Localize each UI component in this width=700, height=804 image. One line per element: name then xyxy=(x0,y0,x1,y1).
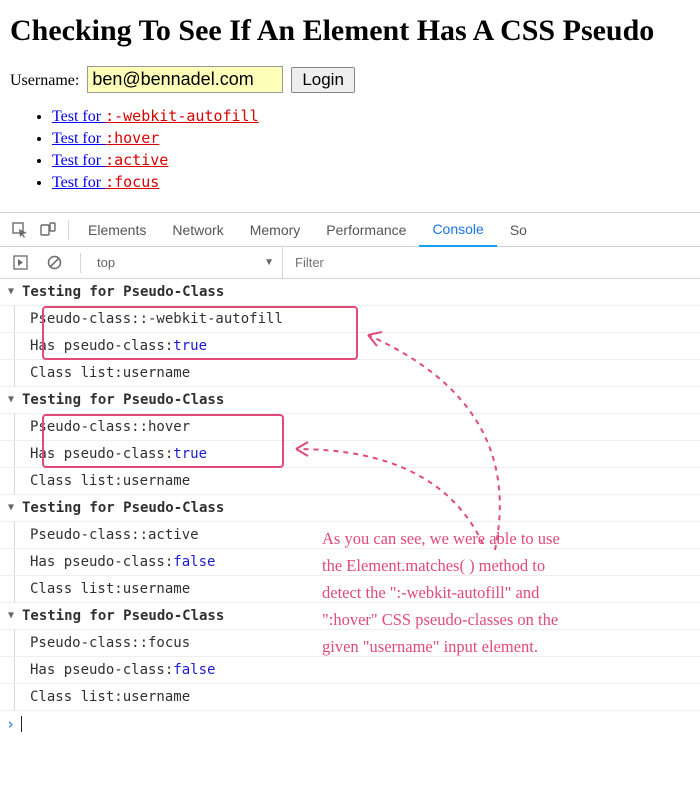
row-value: false xyxy=(173,657,215,683)
console-row: Has pseudo-class: true xyxy=(0,441,700,468)
text-caret xyxy=(21,716,22,732)
context-value: top xyxy=(97,255,115,270)
row-key: Class list: xyxy=(30,468,123,494)
console-filter-input[interactable] xyxy=(289,251,694,274)
disclosure-triangle-icon: ▼ xyxy=(8,387,22,413)
console-group-head[interactable]: ▼Testing for Pseudo-Class xyxy=(0,387,700,414)
row-value: username xyxy=(123,468,190,494)
tab-sources-truncated[interactable]: So xyxy=(497,213,540,247)
row-value: false xyxy=(173,549,215,575)
list-item: Test for :hover xyxy=(52,129,690,148)
row-key: Has pseudo-class: xyxy=(30,441,173,467)
console-row: Class list: username xyxy=(0,684,700,711)
test-link-hover[interactable]: Test for :hover xyxy=(52,130,159,147)
console-group-head[interactable]: ▼Testing for Pseudo-Class xyxy=(0,495,700,522)
console-row: Has pseudo-class: false xyxy=(0,657,700,684)
annotation-line: the Element.matches( ) method to xyxy=(322,552,682,579)
console-group-head[interactable]: ▼Testing for Pseudo-Class xyxy=(0,279,700,306)
row-value: :hover xyxy=(140,414,191,440)
group-title: Testing for Pseudo-Class xyxy=(22,603,224,629)
annotation-line: As you can see, we were able to use xyxy=(322,525,682,552)
devtools-panel: Elements Network Memory Performance Cons… xyxy=(0,212,700,737)
prompt-chevron-icon: › xyxy=(6,711,15,737)
tab-console[interactable]: Console xyxy=(419,213,496,247)
row-key: Has pseudo-class: xyxy=(30,657,173,683)
device-toggle-icon[interactable] xyxy=(34,216,62,244)
console-row: Pseudo-class: :hover xyxy=(0,414,700,441)
row-value: :focus xyxy=(140,630,191,656)
disclosure-triangle-icon: ▼ xyxy=(8,495,22,521)
group-title: Testing for Pseudo-Class xyxy=(22,279,224,305)
console-row: Has pseudo-class: true xyxy=(0,333,700,360)
separator xyxy=(68,220,69,240)
row-value: :active xyxy=(140,522,199,548)
test-link-list: Test for :-webkit-autofill Test for :hov… xyxy=(10,107,690,192)
row-key: Has pseudo-class: xyxy=(30,333,173,359)
devtools-tabbar: Elements Network Memory Performance Cons… xyxy=(0,213,700,247)
context-select[interactable]: top ▼ xyxy=(93,247,283,279)
row-key: Pseudo-class: xyxy=(30,414,140,440)
row-value: username xyxy=(123,360,190,386)
row-key: Class list: xyxy=(30,576,123,602)
annotation-text: As you can see, we were able to use the … xyxy=(322,525,682,660)
row-key: Pseudo-class: xyxy=(30,630,140,656)
console-prompt[interactable]: › xyxy=(0,711,700,737)
console-row: Class list: username xyxy=(0,468,700,495)
pseudo-code: :focus xyxy=(105,173,159,191)
list-item: Test for :-webkit-autofill xyxy=(52,107,690,126)
row-value: true xyxy=(173,333,207,359)
tab-elements[interactable]: Elements xyxy=(75,213,159,247)
tab-memory[interactable]: Memory xyxy=(237,213,314,247)
link-prefix: Test for xyxy=(52,108,105,125)
group-title: Testing for Pseudo-Class xyxy=(22,387,224,413)
annotation-line: detect the ":-webkit-autofill" and xyxy=(322,579,682,606)
toggle-sidebar-icon[interactable] xyxy=(6,249,34,277)
inspect-element-icon[interactable] xyxy=(6,216,34,244)
username-input[interactable] xyxy=(87,66,283,93)
pseudo-code: :hover xyxy=(105,129,159,147)
page-title: Checking To See If An Element Has A CSS … xyxy=(10,14,690,48)
row-value: username xyxy=(123,576,190,602)
link-prefix: Test for xyxy=(52,152,105,169)
test-link-focus[interactable]: Test for :focus xyxy=(52,174,159,191)
link-prefix: Test for xyxy=(52,174,105,191)
pseudo-code: :active xyxy=(105,151,168,169)
row-value: :-webkit-autofill xyxy=(140,306,283,332)
row-value: username xyxy=(123,684,190,710)
clear-console-icon[interactable] xyxy=(40,249,68,277)
console-output: ▼Testing for Pseudo-ClassPseudo-class: :… xyxy=(0,279,700,737)
annotation-line: ":hover" CSS pseudo-classes on the xyxy=(322,606,682,633)
console-row: Pseudo-class: :-webkit-autofill xyxy=(0,306,700,333)
row-key: Class list: xyxy=(30,684,123,710)
disclosure-triangle-icon: ▼ xyxy=(8,279,22,305)
login-button[interactable]: Login xyxy=(291,67,355,93)
console-row: Class list: username xyxy=(0,360,700,387)
username-label: Username: xyxy=(10,72,79,89)
pseudo-code: :-webkit-autofill xyxy=(105,107,259,125)
row-key: Has pseudo-class: xyxy=(30,549,173,575)
disclosure-triangle-icon: ▼ xyxy=(8,603,22,629)
list-item: Test for :active xyxy=(52,151,690,170)
row-key: Pseudo-class: xyxy=(30,306,140,332)
row-key: Class list: xyxy=(30,360,123,386)
console-toolbar: top ▼ xyxy=(0,247,700,279)
group-title: Testing for Pseudo-Class xyxy=(22,495,224,521)
annotation-line: given "username" input element. xyxy=(322,633,682,660)
tab-performance[interactable]: Performance xyxy=(313,213,419,247)
chevron-down-icon: ▼ xyxy=(264,257,274,268)
row-value: true xyxy=(173,441,207,467)
test-link-active[interactable]: Test for :active xyxy=(52,152,168,169)
separator xyxy=(80,253,81,273)
test-link-autofill[interactable]: Test for :-webkit-autofill xyxy=(52,108,259,125)
row-key: Pseudo-class: xyxy=(30,522,140,548)
login-form: Username: Login xyxy=(10,66,690,93)
link-prefix: Test for xyxy=(52,130,105,147)
list-item: Test for :focus xyxy=(52,173,690,192)
tab-network[interactable]: Network xyxy=(159,213,236,247)
